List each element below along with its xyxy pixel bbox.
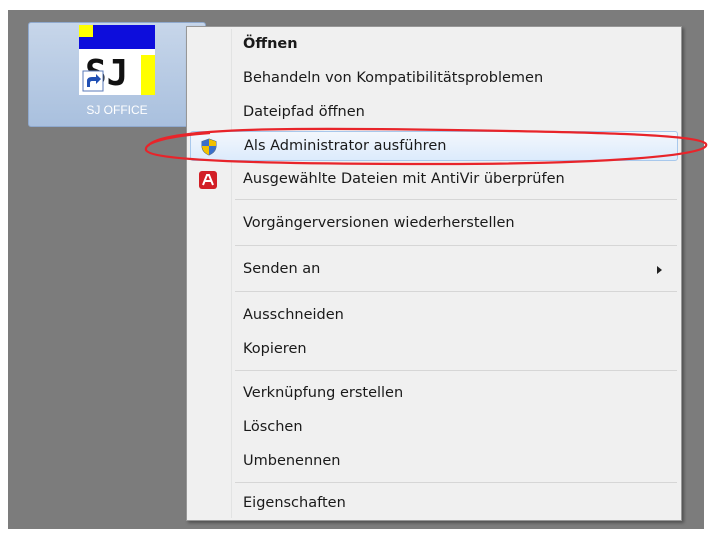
menu-item-label: Als Administrator ausführen xyxy=(244,138,447,154)
antivir-icon xyxy=(199,171,217,189)
menu-item-properties[interactable]: Eigenschaften xyxy=(190,489,678,519)
menu-item-label: Umbenennen xyxy=(243,453,341,469)
menu-item-cut[interactable]: Ausschneiden xyxy=(190,301,678,331)
menu-item-label: Öffnen xyxy=(243,36,298,52)
menu-item-label: Dateipfad öffnen xyxy=(243,104,365,120)
menu-separator xyxy=(235,199,677,200)
menu-item-rename[interactable]: Umbenennen xyxy=(190,447,678,477)
menu-separator xyxy=(235,482,677,483)
menu-item-troubleshoot-compatibility[interactable]: Behandeln von Kompatibilitätsproblemen xyxy=(190,64,678,94)
menu-item-scan-with-antivir[interactable]: Ausgewählte Dateien mit AntiVir überprüf… xyxy=(190,165,678,195)
menu-separator xyxy=(235,245,677,246)
menu-item-restore-previous-versions[interactable]: Vorgängerversionen wiederherstellen xyxy=(190,209,678,239)
menu-item-label: Vorgängerversionen wiederherstellen xyxy=(243,215,515,231)
menu-separator xyxy=(235,291,677,292)
menu-item-label: Eigenschaften xyxy=(243,495,346,511)
context-menu: Öffnen Behandeln von Kompatibilitätsprob… xyxy=(186,26,682,521)
menu-item-run-as-administrator[interactable]: Als Administrator ausführen xyxy=(190,131,678,161)
menu-separator xyxy=(235,370,677,371)
desktop-shortcut-sj-office[interactable]: SJ SJ OFFICE xyxy=(28,22,206,127)
menu-item-label: Löschen xyxy=(243,419,303,435)
menu-item-label: Senden an xyxy=(243,261,321,277)
menu-item-copy[interactable]: Kopieren xyxy=(190,335,678,365)
menu-item-delete[interactable]: Löschen xyxy=(190,413,678,443)
menu-item-send-to[interactable]: Senden an xyxy=(190,255,678,285)
menu-item-label: Verknüpfung erstellen xyxy=(243,385,404,401)
menu-item-label: Ausgewählte Dateien mit AntiVir überprüf… xyxy=(243,171,565,187)
menu-item-label: Behandeln von Kompatibilitätsproblemen xyxy=(243,70,544,86)
uac-shield-icon xyxy=(201,138,217,156)
menu-item-label: Ausschneiden xyxy=(243,307,344,323)
shortcut-arrow-icon xyxy=(82,70,104,92)
menu-item-open[interactable]: Öffnen xyxy=(190,30,678,60)
menu-item-create-shortcut[interactable]: Verknüpfung erstellen xyxy=(190,379,678,409)
sj-office-app-icon: SJ xyxy=(79,25,155,95)
desktop-icon-label: SJ OFFICE xyxy=(86,103,148,117)
menu-item-label: Kopieren xyxy=(243,341,307,357)
menu-item-open-file-location[interactable]: Dateipfad öffnen xyxy=(190,98,678,128)
submenu-arrow-icon xyxy=(657,266,662,274)
